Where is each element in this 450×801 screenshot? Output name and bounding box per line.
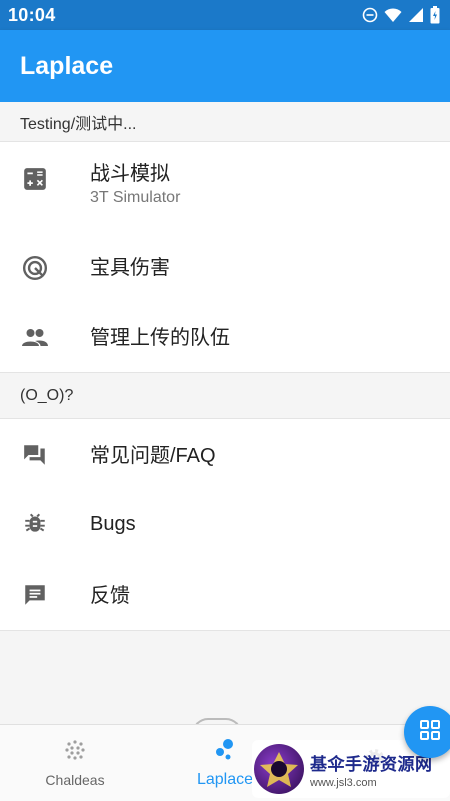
list-item-feedback[interactable]: 反馈 (0, 567, 450, 627)
help-card: 常见问题/FAQ Bugs 反馈 (0, 419, 450, 631)
status-icons (362, 6, 440, 24)
status-bar: 10:04 (0, 0, 450, 30)
list-item-np-damage[interactable]: 宝具伤害 (0, 238, 450, 298)
calculator-icon (21, 165, 49, 193)
app-bar: Laplace (0, 30, 450, 102)
list-item-faq[interactable]: 常见问题/FAQ (0, 427, 450, 487)
list-item-label: 管理上传的队伍 (90, 327, 230, 349)
watermark-logo (254, 744, 304, 794)
status-time: 10:04 (8, 4, 56, 25)
bug-icon (21, 509, 49, 537)
nav-item-chaldeas[interactable]: Chaldeas (0, 725, 150, 801)
wifi-icon (384, 7, 402, 23)
bubbles-icon (213, 738, 237, 765)
do-not-disturb-icon (362, 7, 378, 23)
list-item-label: 常见问题/FAQ (90, 445, 216, 467)
section-header-label: Testing/测试中... (20, 115, 137, 133)
forum-icon (21, 441, 49, 469)
nav-label: Chaldeas (45, 771, 105, 788)
list-item-manage-teams[interactable]: 管理上传的队伍 (0, 308, 450, 368)
section-header-testing: Testing/测试中... (0, 102, 450, 142)
list-item-label: 宝具伤害 (90, 257, 170, 279)
apps-grid-icon (419, 719, 441, 746)
dots-grid-icon (64, 739, 86, 766)
signal-icon (408, 7, 424, 23)
feedback-icon (21, 581, 49, 609)
testing-card: 战斗模拟 3T Simulator 宝具伤害 管理上传的队伍 (0, 142, 450, 373)
battery-icon (430, 6, 440, 24)
watermark-url: www.jsl3.com (310, 776, 377, 789)
list-item-bugs[interactable]: Bugs (0, 495, 450, 555)
target-icon (21, 254, 49, 282)
list-item-label: 战斗模拟 (90, 163, 170, 185)
people-icon (21, 324, 49, 352)
list-item-label: Bugs (90, 513, 136, 535)
list-item-sublabel: 3T Simulator (90, 189, 181, 206)
list-item-simulator[interactable]: 战斗模拟 3T Simulator (0, 142, 450, 218)
app-title: Laplace (20, 51, 114, 80)
apps-fab-button[interactable] (404, 706, 450, 758)
section-header-help: (O_O)? (0, 373, 450, 419)
nav-label: Laplace (196, 770, 254, 788)
list-item-label: 反馈 (90, 585, 130, 607)
section-header-label: (O_O)? (20, 386, 74, 404)
